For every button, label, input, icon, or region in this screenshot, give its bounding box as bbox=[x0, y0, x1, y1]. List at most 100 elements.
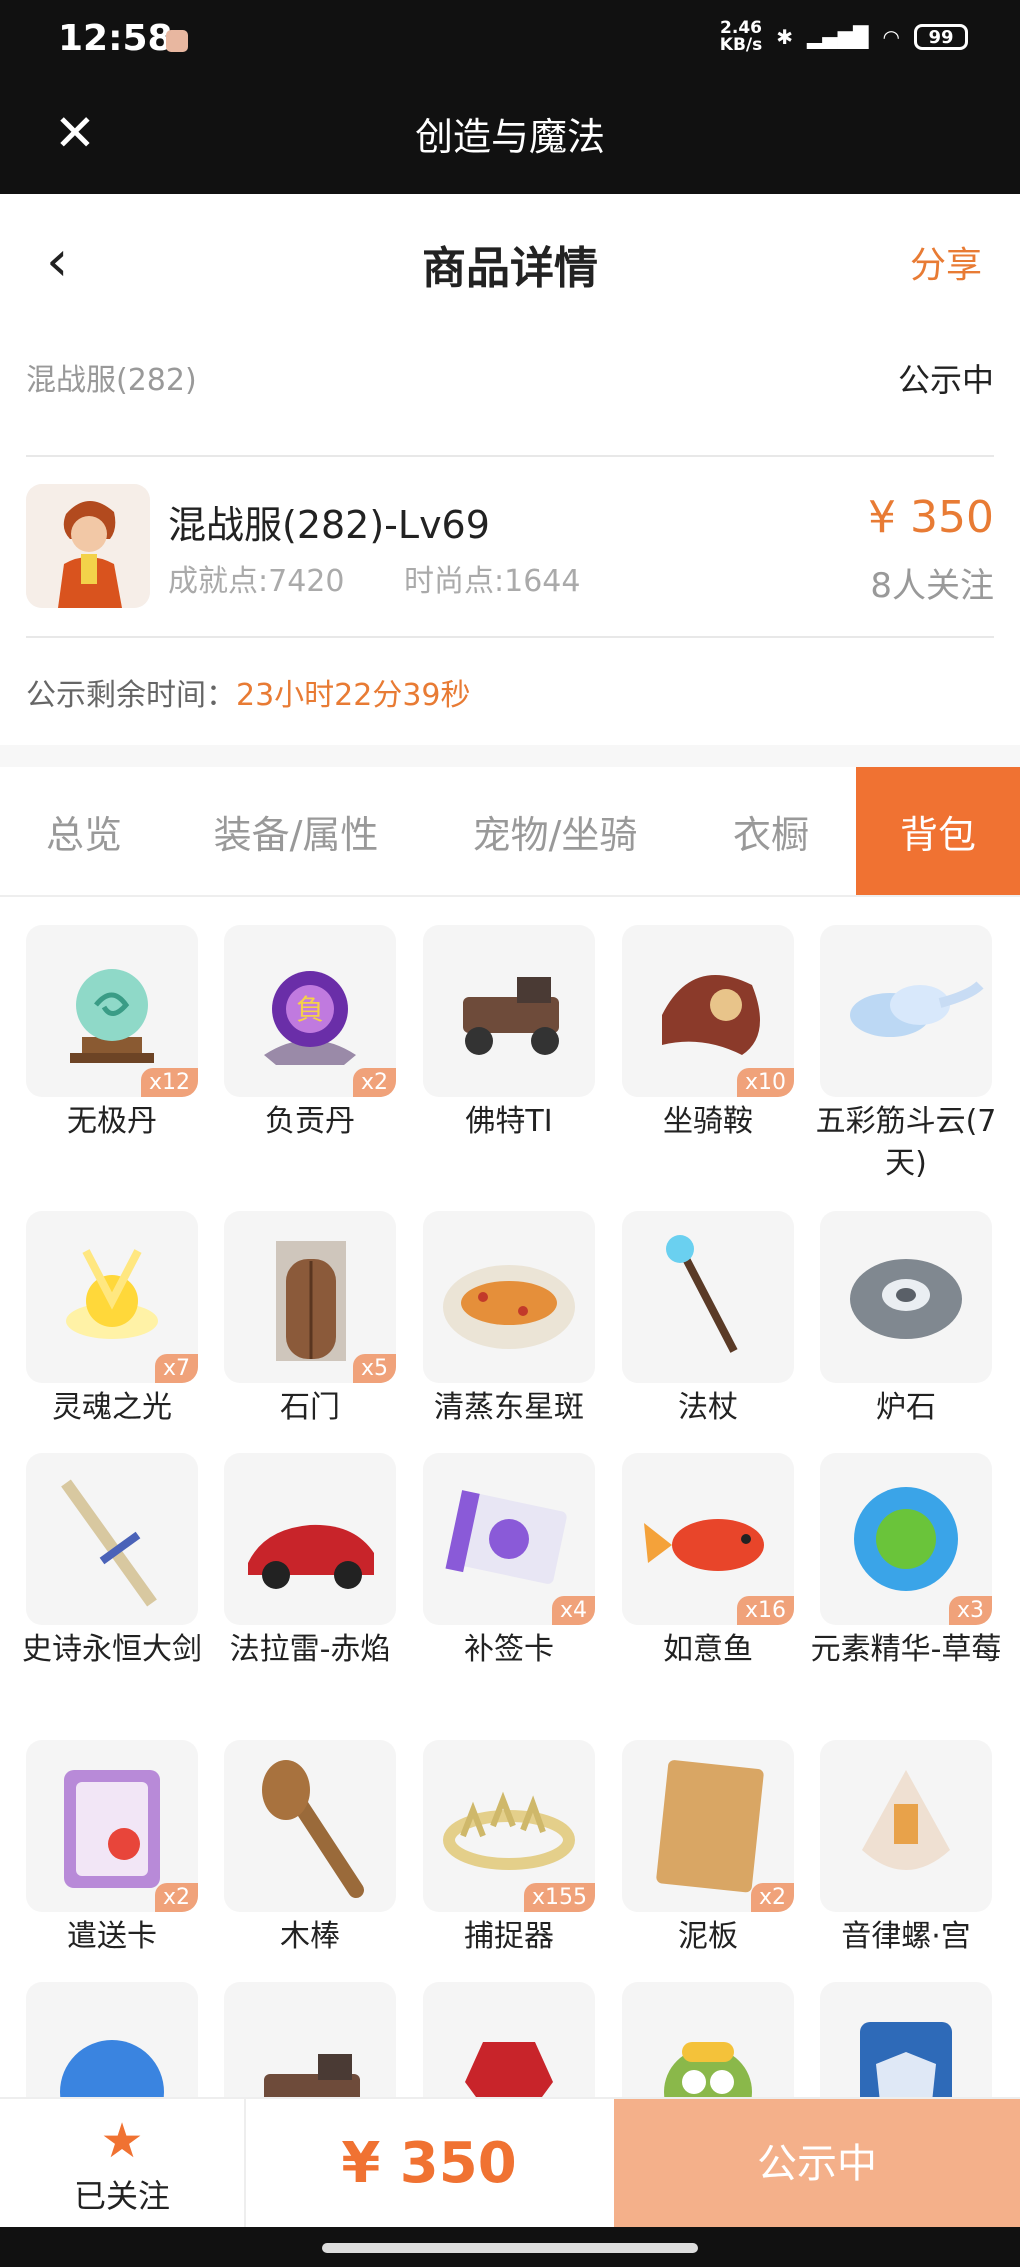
backpack-item[interactable]: 木棒 bbox=[224, 1740, 396, 1958]
item-tile: x5 bbox=[224, 1211, 396, 1383]
item-tile bbox=[423, 1211, 595, 1383]
product-stats: 成就点:7420 时尚点:1644 bbox=[168, 556, 630, 600]
cloud-icon bbox=[850, 981, 984, 1037]
backpack-item[interactable]: x16 如意鱼 bbox=[622, 1453, 794, 1671]
fashion-points: 时尚点:1644 bbox=[404, 564, 581, 599]
home-indicator[interactable] bbox=[322, 2243, 698, 2253]
red-sports-car-icon bbox=[248, 1524, 374, 1589]
divider bbox=[26, 636, 994, 638]
item-tile: x4 bbox=[423, 1453, 595, 1625]
backpack-item[interactable]: x155 捕捉器 bbox=[423, 1740, 595, 1958]
item-quantity-badge: x12 bbox=[140, 1068, 198, 1097]
page-title: 商品详情 bbox=[422, 243, 598, 294]
item-name: 史诗永恒大剑 bbox=[22, 1632, 202, 1667]
item-quantity-badge: x155 bbox=[523, 1883, 595, 1912]
signal-icon: ▂▄▆█ bbox=[807, 25, 869, 49]
achievement-points: 成就点:7420 bbox=[168, 564, 345, 599]
item-tile bbox=[224, 1453, 396, 1625]
tab-equipment[interactable]: 装备/属性 bbox=[168, 767, 424, 895]
tab-backpack[interactable]: 背包 bbox=[856, 767, 1020, 895]
item-name: 五彩筋斗云(7天) bbox=[815, 1104, 997, 1181]
backpack-item[interactable]: 法拉雷-赤焰 bbox=[224, 1453, 396, 1671]
item-tile: x12 bbox=[26, 925, 198, 1097]
item-tile bbox=[820, 1740, 992, 1912]
item-tile bbox=[622, 1211, 794, 1383]
tab-overview[interactable]: 总览 bbox=[0, 767, 168, 895]
item-tile: x3 bbox=[820, 1453, 992, 1625]
character-avatar bbox=[26, 484, 150, 608]
item-name: 坐骑鞍 bbox=[663, 1104, 753, 1139]
backpack-item[interactable]: 清蒸东星斑 bbox=[423, 1211, 595, 1429]
item-tile: 負 x2 bbox=[224, 925, 396, 1097]
nav-bar: ‹ 商品详情 分享 bbox=[0, 194, 1020, 328]
item-tile bbox=[224, 1740, 396, 1912]
item-tile: x155 bbox=[423, 1740, 595, 1912]
item-quantity-badge: x5 bbox=[352, 1354, 396, 1383]
backpack-item[interactable]: x3 元素精华-草莓 bbox=[811, 1453, 1001, 1671]
staff-icon bbox=[666, 1235, 738, 1353]
backpack-item[interactable]: x12 无极丹 bbox=[26, 925, 198, 1143]
item-quantity-badge: x2 bbox=[154, 1883, 198, 1912]
item-name: 补签卡 bbox=[464, 1632, 554, 1667]
item-name: 音律螺·宫 bbox=[841, 1919, 971, 1954]
divider bbox=[26, 455, 994, 457]
detail-tabs: 总览 装备/属性 宠物/坐骑 衣橱 背包 bbox=[0, 767, 1020, 897]
great-sword-icon bbox=[61, 1479, 157, 1607]
backpack-item[interactable]: x2 遣送卡 bbox=[26, 1740, 198, 1958]
item-tile bbox=[26, 1453, 198, 1625]
tab-pets-mounts[interactable]: 宠物/坐骑 bbox=[424, 767, 686, 895]
status-time: 12:58 bbox=[58, 18, 173, 59]
item-name: 法杖 bbox=[678, 1390, 738, 1425]
follow-label: 已关注 bbox=[73, 2177, 170, 2215]
item-quantity-badge: x3 bbox=[948, 1596, 992, 1625]
backpack-item[interactable]: x7 灵魂之光 bbox=[26, 1211, 198, 1429]
product-name: 混战服(282)-Lv69 bbox=[168, 503, 490, 547]
svg-text:負: 負 bbox=[296, 993, 324, 1026]
backpack-item[interactable]: x10 坐骑鞍 bbox=[622, 925, 794, 1143]
status-bar: 12:58 2.46 KB/s ✱ ▂▄▆█ ◠ 99 bbox=[0, 0, 1020, 84]
app-titlebar: ✕ 创造与魔法 bbox=[0, 84, 1020, 194]
item-quantity-badge: x10 bbox=[736, 1068, 794, 1097]
backpack-item[interactable]: 史诗永恒大剑 bbox=[22, 1453, 202, 1671]
countdown-label: 公示剩余时间： bbox=[26, 678, 236, 713]
item-quantity-badge: x16 bbox=[736, 1596, 794, 1625]
star-icon: ★ bbox=[100, 2113, 144, 2169]
backpack-item[interactable]: 負 x2 负贡丹 bbox=[224, 925, 396, 1143]
backpack-item[interactable]: x5 石门 bbox=[224, 1211, 396, 1429]
backpack-item[interactable]: x4 补签卡 bbox=[423, 1453, 595, 1671]
backpack-item[interactable]: 法杖 bbox=[622, 1211, 794, 1429]
backpack-item[interactable]: 炉石 bbox=[820, 1211, 992, 1429]
item-name: 法拉雷-赤焰 bbox=[229, 1632, 391, 1667]
product-summary: 混战服(282)-Lv69 成就点:7420 时尚点:1644 ¥ 350 8人… bbox=[26, 480, 994, 610]
bottom-action-bar: ★ 已关注 ¥ 350 公示中 bbox=[0, 2097, 1020, 2229]
item-quantity-badge: x7 bbox=[154, 1354, 198, 1383]
item-tile: x2 bbox=[26, 1740, 198, 1912]
follower-count: 8人关注 bbox=[870, 566, 994, 606]
backpack-item[interactable]: x2 泥板 bbox=[622, 1740, 794, 1958]
item-tile bbox=[820, 925, 992, 1097]
item-quantity-badge: x2 bbox=[750, 1883, 794, 1912]
item-name: 遣送卡 bbox=[67, 1919, 157, 1954]
item-name: 如意鱼 bbox=[663, 1632, 753, 1667]
backpack-item[interactable]: 五彩筋斗云(7天) bbox=[816, 925, 996, 1185]
backpack-item[interactable]: 佛特TI bbox=[423, 925, 595, 1143]
item-name: 负贡丹 bbox=[265, 1104, 355, 1139]
follow-button[interactable]: ★ 已关注 bbox=[0, 2099, 246, 2229]
item-tile: x16 bbox=[622, 1453, 794, 1625]
fish-dish-icon bbox=[443, 1265, 575, 1349]
item-tile bbox=[820, 1211, 992, 1383]
server-row: 混战服(282) 公示中 bbox=[26, 355, 994, 425]
item-name: 石门 bbox=[280, 1390, 340, 1425]
item-tile: x10 bbox=[622, 925, 794, 1097]
status-indicators: 2.46 KB/s ✱ ▂▄▆█ ◠ 99 bbox=[720, 20, 968, 54]
item-name: 泥板 bbox=[678, 1919, 738, 1954]
tab-wardrobe[interactable]: 衣橱 bbox=[686, 767, 856, 895]
public-countdown: 公示剩余时间：23小时22分39秒 bbox=[26, 670, 471, 714]
item-tile: x2 bbox=[622, 1740, 794, 1912]
item-name: 灵魂之光 bbox=[52, 1390, 172, 1425]
item-name: 无极丹 bbox=[67, 1104, 157, 1139]
backpack-item[interactable]: 音律螺·宫 bbox=[820, 1740, 992, 1958]
server-name: 混战服(282) bbox=[26, 363, 197, 398]
share-button[interactable]: 分享 bbox=[910, 236, 982, 288]
status-action-button[interactable]: 公示中 bbox=[614, 2099, 1020, 2229]
